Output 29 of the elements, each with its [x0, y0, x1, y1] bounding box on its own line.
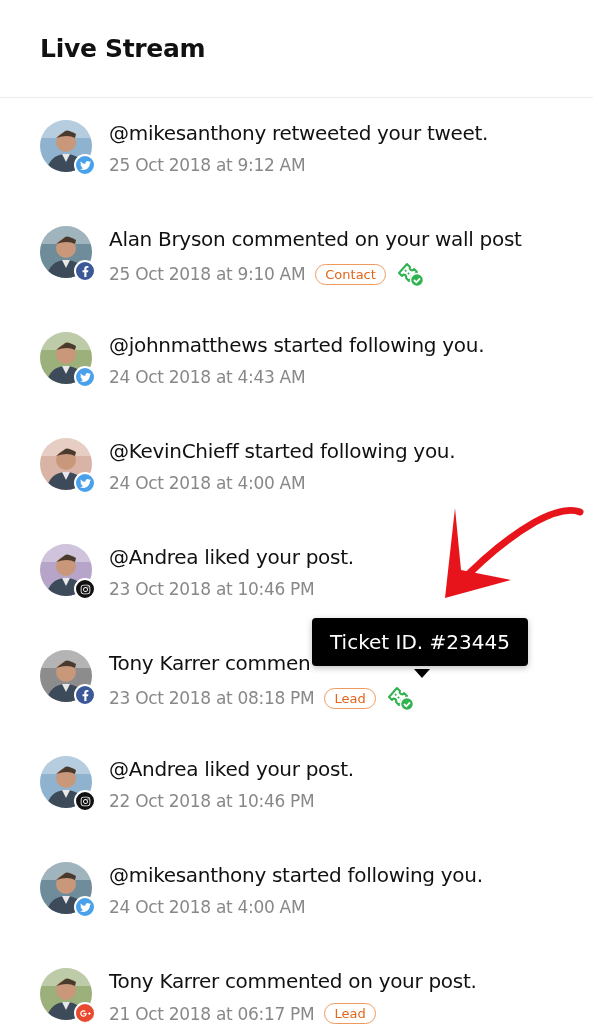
tooltip-pointer [414, 669, 430, 678]
activity-message: @mikesanthony started following you. [109, 862, 483, 888]
activity-message: Tony Karrer commented on your post. [109, 968, 477, 994]
facebook-icon [74, 684, 96, 706]
twitter-icon [74, 366, 96, 388]
instagram-icon [74, 790, 96, 812]
activity-message: @mikesanthony retweeted your tweet. [109, 120, 489, 146]
twitter-icon [74, 896, 96, 918]
activity-message: @Andrea liked your post. [109, 756, 354, 782]
twitter-icon [74, 154, 96, 176]
timestamp: 23 Oct 2018 at 10:46 PM [109, 579, 315, 599]
timestamp: 24 Oct 2018 at 4:43 AM [109, 367, 306, 387]
twitter-icon [74, 472, 96, 494]
timestamp: 23 Oct 2018 at 08:18 PM [109, 688, 315, 708]
activity-message: Alan Bryson commented on your wall post [109, 226, 522, 252]
timestamp: 22 Oct 2018 at 10:46 PM [109, 791, 315, 811]
activity-message: @Andrea liked your post. [109, 544, 354, 570]
activity-message: @johnmatthews started following you. [109, 332, 485, 358]
ticket-tooltip: Ticket ID. #23445 [312, 618, 528, 666]
timestamp: 24 Oct 2018 at 4:00 AM [109, 897, 306, 917]
timestamp: 25 Oct 2018 at 9:10 AM [109, 264, 306, 284]
page-title: Live Stream [40, 34, 206, 63]
instagram-icon [74, 578, 96, 600]
activity-message: @KevinChieff started following you. [109, 438, 456, 464]
timestamp: 21 Oct 2018 at 06:17 PM [109, 1003, 315, 1024]
timestamp: 25 Oct 2018 at 9:12 AM [109, 155, 306, 175]
facebook-icon [74, 260, 96, 282]
timestamp: 24 Oct 2018 at 4:00 AM [109, 473, 306, 493]
activity-message: Tony Karrer commen [109, 650, 312, 676]
